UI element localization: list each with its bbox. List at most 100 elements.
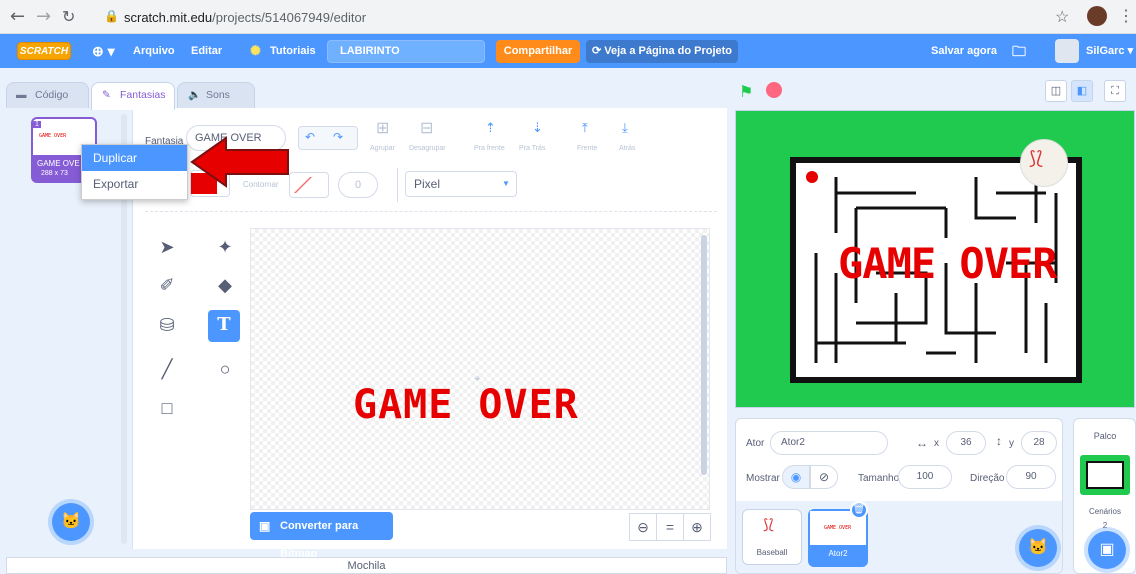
outline-color-picker[interactable] <box>289 172 329 198</box>
choose-costume-button[interactable]: 🐱 <box>52 503 90 541</box>
backward-label: Pra Trás <box>519 145 546 152</box>
forward-icon[interactable]: ⇡ <box>485 120 496 136</box>
zoom-reset-icon[interactable]: = <box>656 513 684 541</box>
menu-item-duplicate[interactable]: Duplicar <box>82 145 187 171</box>
undo-redo-group: ↶ ↷ <box>298 126 358 150</box>
costume-context-menu: Duplicar Exportar <box>81 144 188 200</box>
small-stage-icon[interactable]: ◫ <box>1045 80 1067 102</box>
zoom-out-icon[interactable]: ⊖ <box>629 513 657 541</box>
back-label: Atrás <box>619 145 636 152</box>
costume-thumb-text: GAME OVER <box>39 133 67 139</box>
show-label: Mostrar <box>746 473 780 484</box>
tab-code[interactable]: ▬ Código <box>6 82 89 108</box>
show-eye-icon[interactable]: ◉ <box>782 465 810 489</box>
see-project-page-button[interactable]: ⟳ Veja a Página do Projeto <box>586 40 738 63</box>
remix-arrows-icon: ⟳ <box>591 45 605 57</box>
tab-sounds[interactable]: 🔈 Sons <box>177 82 255 108</box>
direction-input[interactable]: 90 <box>1006 465 1056 489</box>
baseball-sprite-icon[interactable]: ⟆⟅ <box>1020 139 1068 187</box>
stage-selector-panel[interactable]: Palco Cenários 2 ▣ <box>1073 418 1136 574</box>
tab-costumes[interactable]: ✎ Fantasias <box>91 82 175 110</box>
delete-sprite-trash-icon[interactable]: 🗑 <box>850 501 868 519</box>
code-blocks-icon: ▬ <box>16 89 27 101</box>
backdrop-thumbnail[interactable] <box>1080 455 1130 495</box>
stage[interactable]: ⟆⟅ GAME OVER <box>735 110 1135 408</box>
size-input[interactable]: 100 <box>898 465 952 489</box>
forward-label: Pra frente <box>474 145 505 152</box>
language-globe-icon[interactable]: ⊕ ▾ <box>92 34 115 68</box>
url-text: scratch.mit.edu/projects/514067949/edito… <box>124 10 367 25</box>
large-stage-icon[interactable]: ◧ <box>1071 80 1093 102</box>
fill-tool-icon[interactable]: ⛁ <box>152 310 182 340</box>
browser-menu-icon[interactable]: ⋮ <box>1118 6 1134 26</box>
menu-edit[interactable]: Editar <box>191 34 222 68</box>
image-icon: ▣ <box>259 519 271 533</box>
back-icon[interactable]: ⤓ <box>622 120 628 136</box>
group-icon[interactable]: ⊞ <box>376 118 389 138</box>
share-button[interactable]: Compartilhar <box>496 40 580 63</box>
stop-icon[interactable] <box>766 82 782 98</box>
outline-width-input[interactable]: 0 <box>338 172 378 198</box>
username-menu[interactable]: SilGarc ▾ <box>1086 34 1133 68</box>
hide-eye-icon[interactable]: ⊘ <box>810 465 838 489</box>
brush-icon: ✎ <box>102 89 111 101</box>
reload-icon[interactable]: ↻ <box>62 7 75 26</box>
y-input[interactable]: 28 <box>1021 431 1057 455</box>
save-now-button[interactable]: Salvar agora <box>931 34 997 68</box>
x-input[interactable]: 36 <box>946 431 986 455</box>
lock-icon: 🔒 <box>104 9 119 23</box>
rectangle-tool-icon[interactable]: □ <box>152 393 182 423</box>
y-label: y <box>1009 438 1014 449</box>
profile-avatar-icon[interactable] <box>1087 6 1107 26</box>
menu-bar: SCRATCH ⊕ ▾ Arquivo Editar ✺ Tutoriais L… <box>0 34 1136 68</box>
choose-sprite-button[interactable]: 🐱 <box>1019 529 1057 567</box>
brush-tool-icon[interactable]: ✐ <box>152 270 182 300</box>
sprite-name-input[interactable]: Ator2 <box>770 431 888 455</box>
choose-backdrop-button[interactable]: ▣ <box>1088 531 1126 569</box>
backpack-bar[interactable]: Mochila <box>6 557 727 574</box>
forward-arrow-icon[interactable]: → <box>36 6 51 27</box>
tutorials-lightbulb-icon: ✺ <box>250 43 261 58</box>
bookmark-star-icon[interactable]: ☆ <box>1055 7 1069 27</box>
project-title-input[interactable]: LABIRINTO <box>327 40 485 63</box>
y-arrows-icon: ↕ <box>996 434 1002 448</box>
circle-tool-icon[interactable]: ○ <box>210 354 240 384</box>
my-stuff-folder-icon[interactable]: 🗀 <box>1012 34 1026 68</box>
sprite-info-panel: Ator Ator2 ↔ x 36 ↕ y 28 Mostrar ◉ ⊘ Tam… <box>735 418 1063 574</box>
ungroup-icon[interactable]: ⊟ <box>420 118 433 138</box>
costume-name: GAME OVE <box>37 159 80 168</box>
scratch-logo[interactable]: SCRATCH <box>17 42 71 60</box>
sprite-name: Baseball <box>756 548 788 557</box>
backdrops-label: Cenários <box>1088 507 1121 516</box>
group-label: Agrupar <box>370 145 395 152</box>
select-tool-icon[interactable]: ➤ <box>152 232 182 262</box>
reshape-tool-icon[interactable]: ✦ <box>210 232 240 262</box>
backdrops-count: 2 <box>1102 521 1108 530</box>
redo-icon[interactable]: ↷ <box>333 130 343 144</box>
menu-file[interactable]: Arquivo <box>133 34 175 68</box>
line-tool-icon[interactable]: ╱ <box>152 354 182 384</box>
canvas-scrollbar[interactable] <box>701 235 707 475</box>
paint-canvas[interactable]: ⌖ <box>250 228 710 510</box>
sprite-list: ⟆⟅ Baseball GAME OVER Ator2 🗑 <box>736 501 1062 573</box>
undo-icon[interactable]: ↶ <box>305 130 315 144</box>
sprite-tile-baseball[interactable]: ⟆⟅ Baseball <box>742 509 802 565</box>
browser-toolbar: ← → ↻ 🔒 scratch.mit.edu/projects/5140679… <box>0 0 1136 34</box>
menu-tutorials[interactable]: Tutoriais <box>270 34 316 68</box>
menu-item-export[interactable]: Exportar <box>82 171 187 197</box>
backward-icon[interactable]: ⇣ <box>532 120 543 136</box>
back-arrow-icon[interactable]: ← <box>10 6 25 27</box>
zoom-in-icon[interactable]: ⊕ <box>683 513 711 541</box>
user-avatar[interactable] <box>1055 39 1079 63</box>
font-select[interactable]: Pixel ▼ <box>405 171 517 197</box>
eraser-tool-icon[interactable]: ◆ <box>210 270 240 300</box>
ungroup-label: Desagrupar <box>409 145 446 152</box>
chevron-down-icon: ▼ <box>502 179 510 188</box>
costume-index: 1 <box>33 121 41 128</box>
text-tool-icon[interactable]: T <box>208 310 240 342</box>
green-flag-icon[interactable]: ⚑ <box>739 82 753 102</box>
convert-to-bitmap-button[interactable]: ▣ Converter para Bitmap <box>250 512 393 560</box>
front-icon[interactable]: ⤒ <box>582 120 588 136</box>
fullscreen-icon[interactable]: ⛶ <box>1104 80 1126 102</box>
canvas-text[interactable]: GAME OVER <box>353 382 579 428</box>
